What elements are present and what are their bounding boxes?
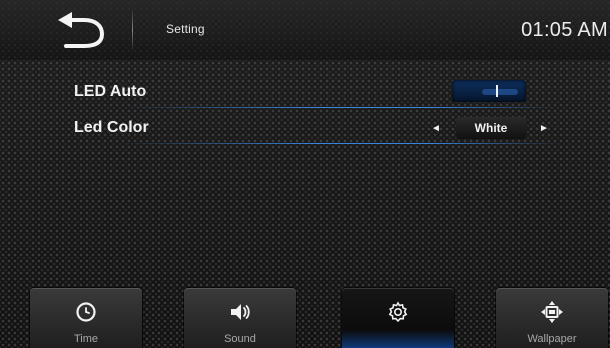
settings-screen: Setting 01:05 AM LED Auto Led Color ◄ Wh…: [0, 0, 610, 348]
nav-wallpaper-label: Wallpaper: [527, 333, 577, 345]
settings-list: LED Auto Led Color ◄ White ►: [62, 78, 560, 148]
led-color-prev-button[interactable]: ◄: [428, 120, 444, 138]
clock-icon: [30, 300, 142, 324]
speaker-icon: [184, 300, 296, 324]
nav-led-button[interactable]: [342, 288, 454, 348]
top-bar: Setting 01:05 AM: [0, 0, 610, 60]
page-title: Setting: [166, 22, 205, 36]
bottom-nav: Time Sound Wallpaper: [0, 280, 610, 348]
nav-time-label: Time: [73, 333, 99, 345]
led-color-row: Led Color ◄ White ►: [62, 114, 560, 144]
nav-sound-button[interactable]: Sound: [184, 288, 296, 348]
led-auto-label: LED Auto: [74, 83, 147, 100]
led-auto-row: LED Auto: [62, 78, 560, 108]
toggle-knob: [496, 85, 498, 97]
led-auto-toggle[interactable]: [452, 80, 526, 102]
toggle-glow: [482, 89, 518, 95]
nav-sound-label: Sound: [224, 333, 256, 345]
back-arrow-icon: [58, 12, 105, 48]
back-button[interactable]: [48, 10, 116, 50]
header-divider: [132, 8, 133, 52]
clock: 01:05 AM: [521, 19, 608, 41]
nav-wallpaper-button[interactable]: Wallpaper: [496, 288, 608, 348]
wallpaper-icon: [496, 300, 608, 324]
led-color-value: White: [456, 117, 526, 139]
led-color-label: Led Color: [74, 119, 149, 136]
led-color-next-button[interactable]: ►: [536, 120, 552, 138]
gear-icon: [342, 300, 454, 324]
nav-time-button[interactable]: Time: [30, 288, 142, 348]
